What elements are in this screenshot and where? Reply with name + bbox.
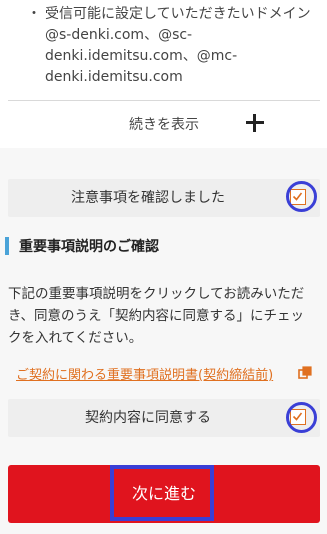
section-bar [5,237,9,255]
section-description: 下記の重要事項説明をクリックしてお読みいただ き、同意のうえ「契約内容に同意する… [8,283,322,349]
notice-line: 受信可能に設定していただきたいドメイン [45,6,311,22]
description-line: 下記の重要事項説明をクリックしてお読みいただ [8,286,305,302]
section-heading: 重要事項説明のご確認 [5,234,327,260]
confirm-notes-checkbox-row[interactable]: 注意事項を確認しました [8,179,320,217]
notice-line: @s-denki.com、@sc- [45,27,193,43]
description-line: き、同意のうえ「契約内容に同意する」にチェッ [8,308,305,324]
annotation-box [110,465,214,521]
annotation-circle [286,402,317,433]
notice-text: 受信可能に設定していただきたいドメイン @s-denki.com、@sc- de… [45,4,320,88]
bullet: ・ [27,6,41,22]
notice-line: denki.idemitsu.com、@mc- [45,48,238,64]
external-window-icon[interactable] [298,366,312,380]
domain-notice: ・ 受信可能に設定していただきたいドメイン @s-denki.com、@sc- … [0,0,327,148]
important-document-link[interactable]: ご契約に関わる重要事項説明書(契約締結前) [16,364,273,383]
agree-contract-checkbox-row[interactable]: 契約内容に同意する [8,399,320,437]
confirm-notes-label: 注意事項を確認しました [71,190,225,206]
section-title: 重要事項説明のご確認 [19,239,159,255]
plus-icon [246,114,264,132]
annotation-circle [286,181,317,212]
agree-contract-label: 契約内容に同意する [85,410,211,426]
notice-line: denki.idemitsu.com [45,69,183,85]
page: ・ 受信可能に設定していただきたいドメイン @s-denki.com、@sc- … [0,0,327,534]
description-line: クを入れてください。 [8,330,143,346]
show-more-button[interactable]: 続きを表示 [0,101,327,147]
show-more-label: 続きを表示 [129,117,199,133]
